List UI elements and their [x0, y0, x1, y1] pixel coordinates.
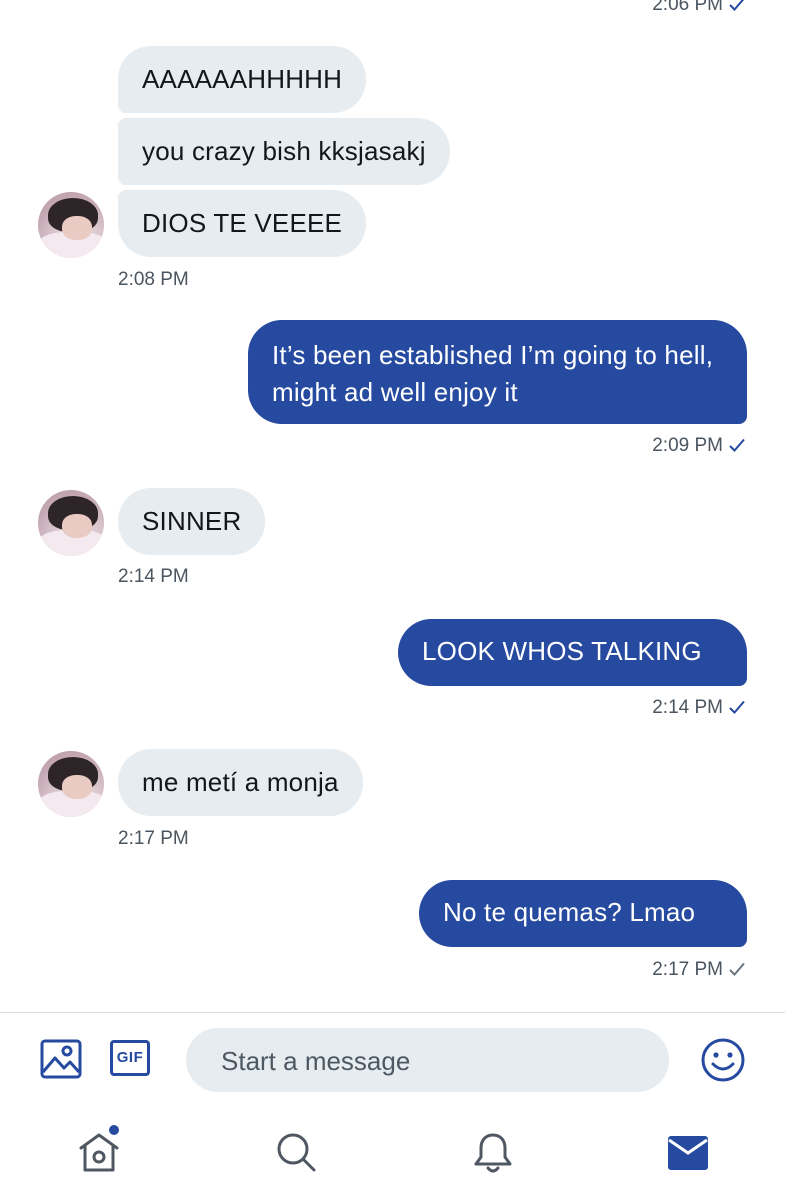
outgoing-message[interactable]: LOOK WHOS TALKING — [398, 619, 747, 686]
composer-divider — [0, 1012, 785, 1013]
incoming-message[interactable]: you crazy bish kksjasakj — [118, 118, 450, 185]
message-timestamp: 2:14 PM — [118, 566, 189, 587]
incoming-message[interactable]: AAAAAAHHHHH — [118, 46, 367, 113]
message-composer[interactable] — [186, 1028, 669, 1094]
mail-icon[interactable] — [667, 1135, 709, 1171]
avatar[interactable] — [38, 751, 104, 817]
incoming-message[interactable]: SINNER — [118, 488, 266, 555]
dm-conversation-screen: 2:06 PM AAAAAAHHHHH you crazy bish kksja… — [0, 0, 785, 1200]
checkmark-icon — [729, 438, 745, 452]
avatar[interactable] — [38, 192, 104, 258]
image-icon[interactable] — [40, 1039, 82, 1079]
message-timestamp: 2:17 PM — [560, 959, 745, 981]
checkmark-icon — [729, 0, 745, 11]
home-icon[interactable] — [77, 1131, 121, 1173]
outgoing-message[interactable]: It’s been established I’m going to hell,… — [248, 320, 747, 424]
incoming-message[interactable]: me metí a monja — [118, 749, 363, 816]
message-timestamp: 2:08 PM — [118, 269, 189, 290]
message-timestamp: 2:17 PM — [118, 828, 189, 849]
message-timestamp: 2:14 PM — [560, 697, 745, 719]
emoji-icon[interactable] — [700, 1037, 746, 1083]
incoming-message[interactable]: DIOS TE VEEEE — [118, 190, 367, 257]
notification-dot — [109, 1125, 119, 1135]
outgoing-message[interactable]: No te quemas? Lmao — [419, 880, 747, 947]
search-icon[interactable] — [275, 1131, 317, 1173]
bell-icon[interactable] — [472, 1130, 514, 1174]
message-timestamp: 2:06 PM — [560, 0, 745, 16]
checkmark-icon — [729, 700, 745, 714]
message-timestamp: 2:09 PM — [560, 435, 745, 457]
gif-icon[interactable]: GIF — [110, 1040, 150, 1076]
avatar[interactable] — [38, 490, 104, 556]
checkmark-icon — [729, 962, 745, 976]
message-input[interactable] — [219, 1028, 643, 1094]
